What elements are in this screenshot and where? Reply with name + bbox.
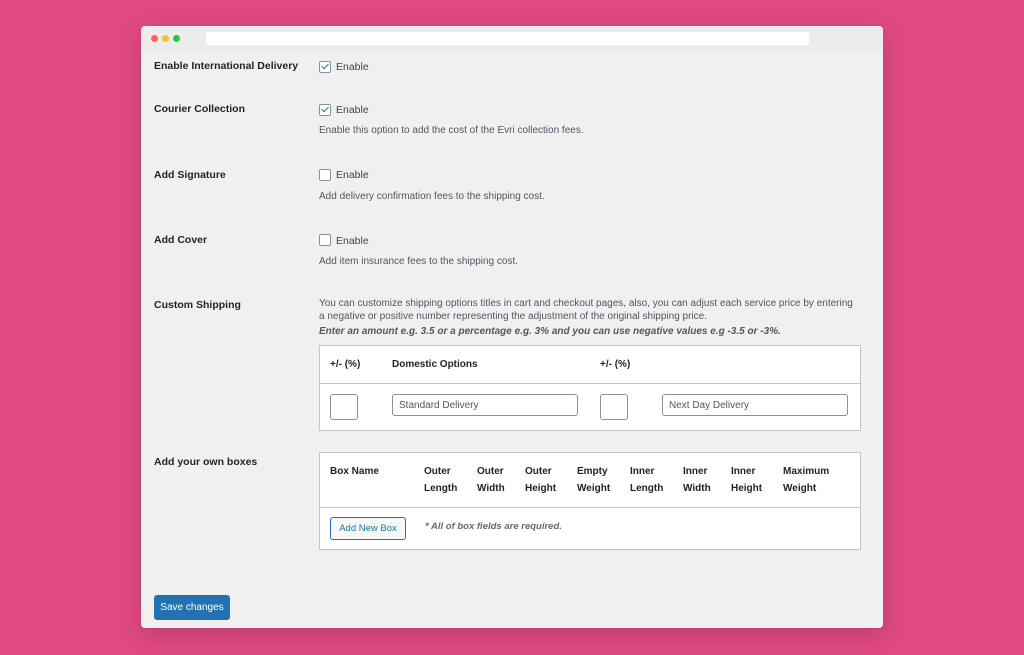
courier-collection-description: Enable this option to add the cost of th… <box>319 125 584 136</box>
col-inner-width: Inner Width <box>683 466 711 494</box>
add-cover-label: Add Cover <box>154 234 208 246</box>
intl-delivery-checkbox[interactable] <box>319 61 331 73</box>
courier-collection-checkbox[interactable] <box>319 104 331 116</box>
courier-collection-label: Courier Collection <box>154 103 246 115</box>
custom-shipping-label: Custom Shipping <box>154 299 241 311</box>
custom-shipping-description: You can customize shipping options title… <box>319 298 853 322</box>
col-outer-height: Outer Height <box>525 466 557 494</box>
add-cover-description: Add item insurance fees to the shipping … <box>319 256 519 267</box>
add-signature-description: Add delivery confirmation fees to the sh… <box>319 191 545 202</box>
browser-window: Enable International Delivery Enable Cou… <box>141 26 883 628</box>
col-inner-length: Inner Length <box>630 466 664 494</box>
custom-shipping-note: Enter an amount e.g. 3.5 or a percentage… <box>319 326 781 337</box>
boxes-label: Add your own boxes <box>154 456 258 468</box>
add-signature-checkbox[interactable] <box>319 169 331 181</box>
maximize-dot-icon[interactable] <box>173 35 180 42</box>
domestic-options-header: Domestic Options <box>392 359 478 370</box>
boxes-divider <box>320 507 860 508</box>
intl-delivery-enable-label[interactable]: Enable <box>336 61 369 73</box>
boxes-required-note: * All of box fields are required. <box>425 521 562 532</box>
next-day-option-input[interactable]: Next Day Delivery <box>662 394 848 416</box>
add-new-box-button[interactable]: Add New Box <box>330 517 406 540</box>
add-cover-checkbox[interactable] <box>319 234 331 246</box>
intl-delivery-label: Enable International Delivery <box>154 60 299 72</box>
close-dot-icon[interactable] <box>151 35 158 42</box>
col-empty-weight: Empty Weight <box>577 466 611 494</box>
courier-collection-enable-label[interactable]: Enable <box>336 104 369 116</box>
col-outer-width: Outer Width <box>477 466 505 494</box>
save-changes-button[interactable]: Save changes <box>154 595 230 620</box>
next-day-adjust-input[interactable] <box>600 394 628 420</box>
domestic-adjust-header: +/- (%) <box>330 359 361 370</box>
add-signature-enable-label[interactable]: Enable <box>336 169 369 181</box>
col-outer-length: Outer Length <box>424 466 458 494</box>
domestic-option-input[interactable]: Standard Delivery <box>392 394 578 416</box>
minimize-dot-icon[interactable] <box>162 35 169 42</box>
title-bar <box>141 26 883 50</box>
col-inner-height: Inner Height <box>731 466 763 494</box>
col-box-name: Box Name <box>330 466 379 477</box>
add-signature-label: Add Signature <box>154 169 226 181</box>
custom-shipping-table: +/- (%) Domestic Options +/- (%) Standar… <box>319 345 861 431</box>
table-divider <box>320 383 860 384</box>
add-cover-enable-label[interactable]: Enable <box>336 235 369 247</box>
boxes-table: Box Name Outer Length Outer Width Outer Hei… <box>319 452 861 550</box>
domestic-adjust-input[interactable] <box>330 394 358 420</box>
address-bar[interactable] <box>206 32 809 45</box>
next-day-adjust-header: +/- (%) <box>600 359 631 370</box>
col-maximum-weight: Maximum Weight <box>783 466 830 494</box>
